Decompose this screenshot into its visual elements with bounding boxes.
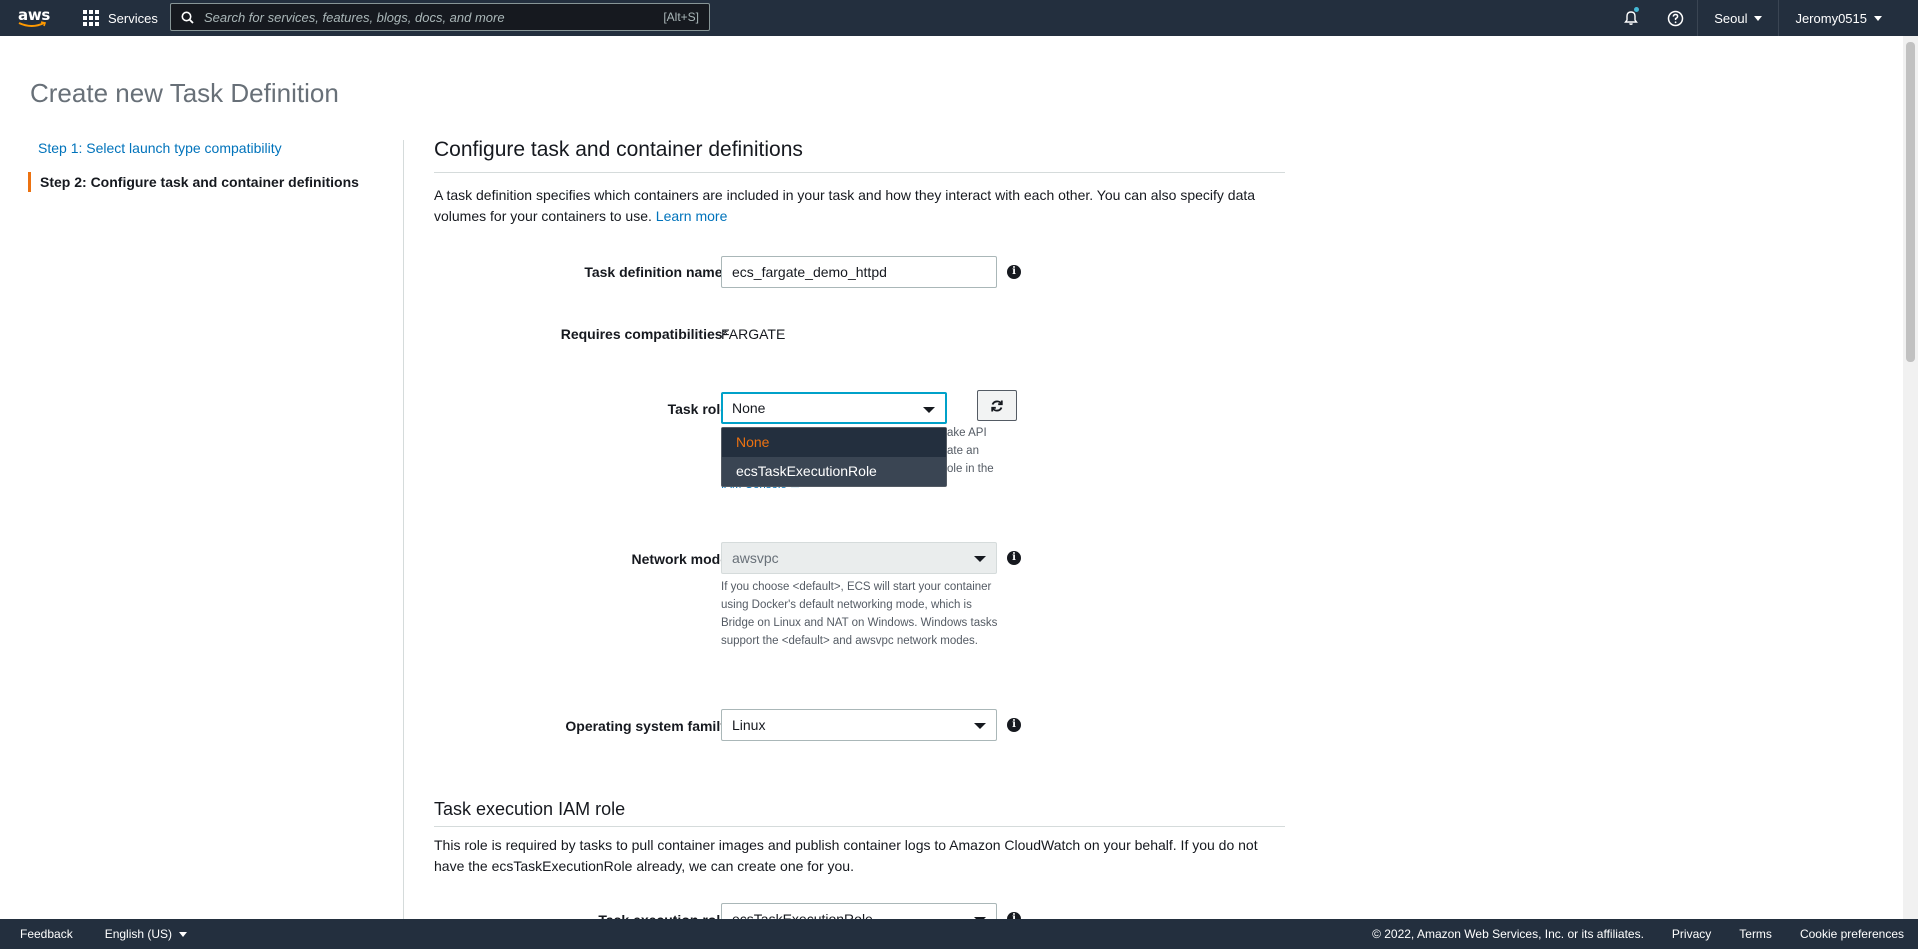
task-role-option-none[interactable]: None [722, 428, 946, 457]
task-execution-role-section: Task execution IAM role This role is req… [434, 799, 1285, 877]
sidebar-divider [403, 140, 404, 920]
page-title: Create new Task Definition [30, 78, 339, 108]
compatibilities-label: Requires compatibilities* [560, 326, 728, 342]
page-scrollbar[interactable] [1903, 36, 1918, 919]
account-username: Jeromy0515 [1795, 10, 1867, 26]
refresh-icon [991, 400, 1003, 411]
section-title: Configure task and container definitions [434, 138, 1285, 173]
os-family-select[interactable]: Linux [721, 709, 997, 741]
step-1-link[interactable]: Step 1: Select launch type compatibility [28, 138, 403, 158]
chevron-down-icon [974, 556, 986, 562]
language-label: English (US) [104, 927, 173, 941]
chevron-down-icon [974, 723, 986, 729]
privacy-link[interactable]: Privacy [1672, 927, 1711, 941]
task-execution-role-title: Task execution IAM role [434, 799, 1285, 827]
terms-link[interactable]: Terms [1739, 927, 1772, 941]
task-definition-name-label: Task definition name* [584, 264, 728, 280]
notifications-bell-button[interactable] [1609, 0, 1653, 36]
copyright-text: © 2022, Amazon Web Services, Inc. or its… [1372, 927, 1644, 941]
search-placeholder: Search for services, features, blogs, do… [204, 9, 505, 25]
services-grid-icon [83, 10, 99, 26]
task-execution-role-description: This role is required by tasks to pull c… [434, 837, 1258, 874]
network-mode-select[interactable]: awsvpc [721, 542, 997, 574]
cookie-preferences-link[interactable]: Cookie preferences [1800, 927, 1904, 941]
scrollbar-thumb[interactable] [1906, 42, 1915, 362]
aws-smile-icon [18, 21, 47, 27]
task-role-select[interactable]: None [721, 392, 947, 424]
account-menu[interactable]: Jeromy0515 [1778, 0, 1898, 36]
network-mode-help-text: If you choose <default>, ECS will start … [721, 581, 998, 647]
main-content: Configure task and container definitions… [434, 138, 1285, 935]
chevron-down-icon [1874, 15, 1882, 21]
network-mode-value: awsvpc [732, 550, 779, 566]
footer: Feedback English (US) © 2022, Amazon Web… [0, 919, 1918, 949]
search-shortcut: [Alt+S] [663, 10, 699, 24]
info-icon[interactable]: i [1007, 551, 1021, 565]
region-selector[interactable]: Seoul [1697, 0, 1778, 36]
wizard-steps-nav: Step 1: Select launch type compatibility… [28, 138, 403, 206]
language-selector[interactable]: English (US) [104, 927, 188, 941]
section-description: A task definition specifies which contai… [434, 185, 1285, 227]
top-navigation: aws Services Search for services, featur… [0, 0, 1918, 36]
chevron-down-icon [923, 407, 935, 413]
task-role-selected-value: None [732, 400, 766, 416]
search-icon [181, 11, 194, 24]
help-circle-icon [1667, 10, 1683, 26]
bell-icon [1624, 11, 1639, 25]
services-label: Services [108, 10, 158, 26]
task-role-label: Task role [667, 401, 728, 417]
section-description-text: A task definition specifies which contai… [434, 187, 1256, 224]
learn-more-link[interactable]: Learn more [656, 208, 728, 224]
info-icon[interactable]: i [1007, 265, 1021, 279]
task-role-dropdown-menu: None ecsTaskExecutionRole [721, 427, 947, 487]
task-role-help-fragments: ake API ate an ole in the [947, 427, 994, 475]
region-label: Seoul [1714, 10, 1748, 26]
feedback-link[interactable]: Feedback [20, 927, 73, 941]
compatibilities-value: FARGATE [721, 326, 786, 342]
os-family-value: Linux [732, 717, 766, 733]
chevron-down-icon [179, 931, 188, 937]
info-icon[interactable]: i [1007, 718, 1021, 732]
global-search-input[interactable]: Search for services, features, blogs, do… [170, 3, 710, 31]
refresh-roles-button[interactable] [977, 390, 1017, 421]
aws-logo[interactable]: aws [18, 6, 50, 30]
services-menu-button[interactable]: Services [83, 0, 158, 36]
help-button[interactable] [1653, 0, 1697, 36]
task-role-option-ecs-task-execution-role[interactable]: ecsTaskExecutionRole [722, 457, 946, 486]
task-definition-name-input[interactable]: ecs_fargate_demo_httpd [721, 256, 997, 288]
os-family-label: Operating system family [565, 718, 728, 734]
network-mode-label: Network mode [631, 551, 728, 567]
step-2-current: Step 2: Configure task and container def… [28, 172, 403, 192]
chevron-down-icon [1754, 15, 1763, 21]
